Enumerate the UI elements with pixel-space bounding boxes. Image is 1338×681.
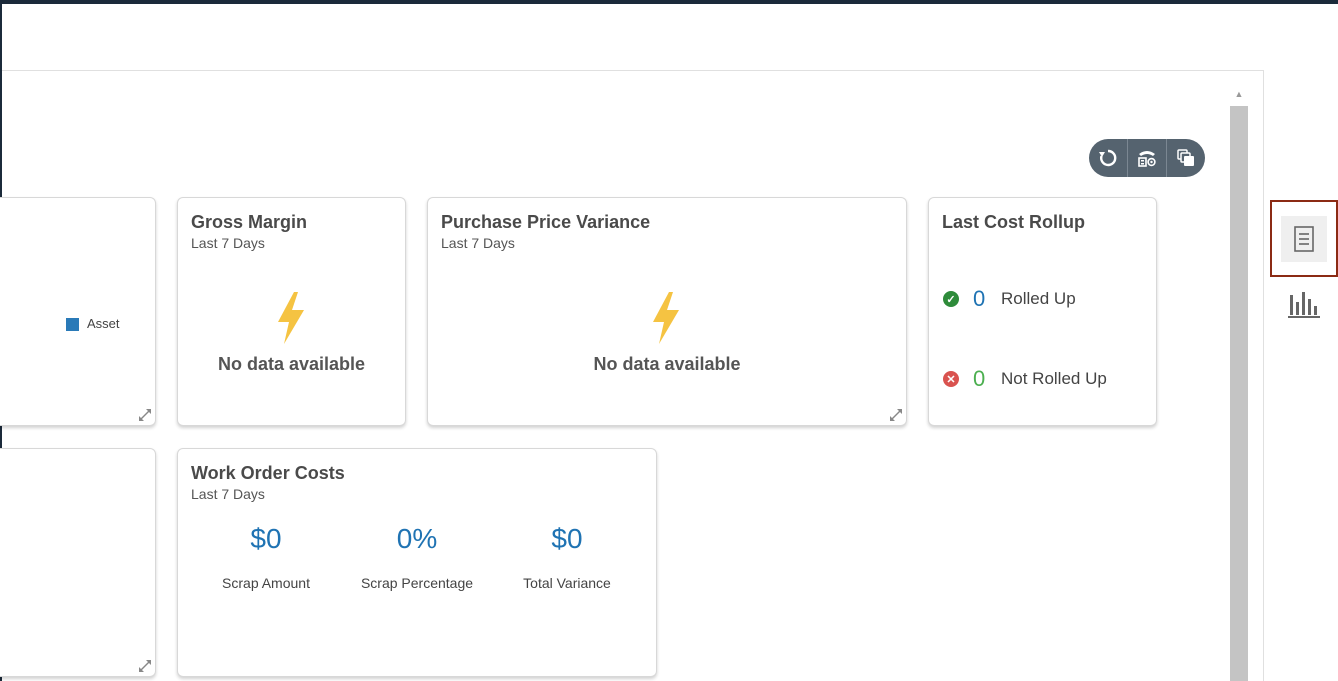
expand-icon[interactable] (138, 408, 152, 422)
layers-icon (1177, 149, 1194, 166)
no-data-message: No data available (217, 354, 366, 374)
scrap-amount-value[interactable]: $0 (196, 523, 336, 555)
list-view-button-bg (1281, 215, 1327, 262)
expand-icon[interactable] (138, 659, 152, 673)
chart-view-icon (1288, 292, 1320, 318)
error-circle-icon: ✕ (943, 371, 959, 387)
card-title[interactable]: Last Cost Rollup (942, 212, 1085, 233)
chart-view-button[interactable] (1281, 281, 1327, 327)
partial-chart-card-top (0, 197, 156, 426)
legend-label-asset: Asset (87, 316, 120, 331)
not-rolled-up-count[interactable]: 0 (973, 366, 991, 392)
scroll-up-arrow-icon[interactable]: ▲ (1229, 84, 1249, 104)
rolled-up-count[interactable]: 0 (973, 286, 991, 312)
layers-button[interactable] (1166, 139, 1205, 177)
no-data-message: No data available (593, 354, 741, 374)
configure-button[interactable] (1127, 139, 1166, 177)
card-title[interactable]: Purchase Price Variance (441, 212, 650, 233)
total-variance-label: Total Variance (523, 575, 611, 591)
scrap-percentage-label: Scrap Percentage (360, 575, 474, 591)
rolled-up-label: Rolled Up (1001, 289, 1076, 308)
work-order-costs-card: Work Order Costs Last 7 Days (177, 448, 657, 677)
not-rolled-up-row[interactable]: ✕ 0 Not Rolled Up (943, 366, 1107, 392)
total-variance-value[interactable]: $0 (497, 523, 637, 555)
check-circle-icon: ✓ (943, 291, 959, 307)
list-view-button[interactable] (1270, 200, 1338, 277)
card-subtitle: Last 7 Days (441, 235, 515, 251)
card-subtitle: Last 7 Days (191, 235, 265, 251)
dashboard-toolbar (1089, 139, 1205, 177)
scrap-percentage-value[interactable]: 0% (347, 523, 487, 555)
not-rolled-up-label: Not Rolled Up (1001, 369, 1107, 388)
lightning-icon (278, 292, 304, 344)
scroll-thumb[interactable] (1230, 106, 1248, 681)
partial-chart-card-bottom (0, 448, 156, 677)
purchase-price-variance-card: Purchase Price Variance Last 7 Days No d… (427, 197, 907, 426)
gross-margin-card: Gross Margin Last 7 Days No data availab… (177, 197, 406, 426)
expand-icon[interactable] (889, 408, 903, 422)
legend-swatch-asset (66, 318, 79, 331)
scrap-amount-label: Scrap Amount (222, 575, 310, 591)
lightning-icon (653, 292, 679, 344)
vertical-scrollbar[interactable]: ▲ (1229, 84, 1249, 681)
list-view-icon (1294, 225, 1314, 252)
refresh-button[interactable] (1089, 139, 1127, 177)
card-title[interactable]: Gross Margin (191, 212, 307, 233)
settings-icon (1138, 151, 1156, 167)
card-title[interactable]: Work Order Costs (191, 463, 345, 484)
last-cost-rollup-card: Last Cost Rollup ✓ 0 Rolled Up ✕ 0 Not R… (928, 197, 1157, 426)
refresh-icon (1099, 149, 1117, 167)
card-subtitle: Last 7 Days (191, 486, 265, 502)
rolled-up-row[interactable]: ✓ 0 Rolled Up (943, 286, 1076, 312)
